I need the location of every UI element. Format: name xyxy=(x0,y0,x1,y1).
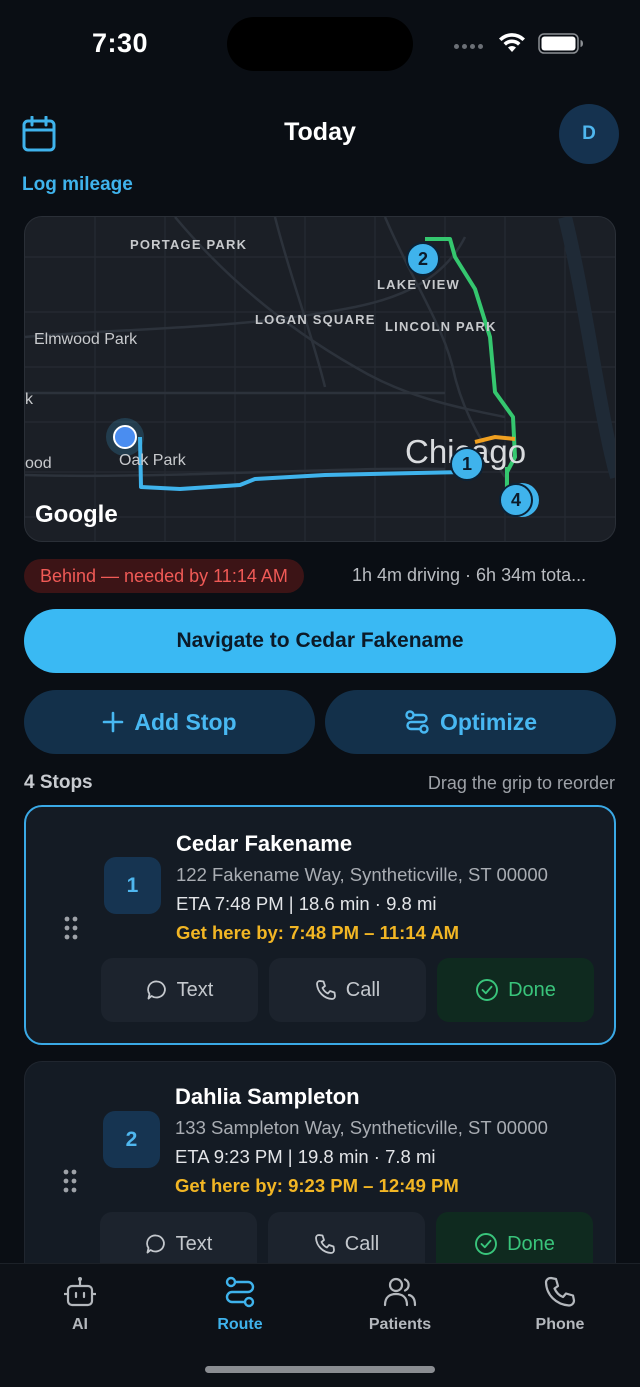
cellular-signal-icon xyxy=(454,44,483,49)
done-button-label: Done xyxy=(507,1232,555,1255)
top-header: Today D xyxy=(0,100,640,170)
plus-icon xyxy=(103,711,124,733)
optimize-button[interactable]: Optimize xyxy=(325,690,616,754)
add-stop-button[interactable]: Add Stop xyxy=(24,690,315,754)
stop-time-window: Get here by: 9:23 PM – 12:49 PM xyxy=(175,1175,459,1196)
log-mileage-link[interactable]: Log mileage xyxy=(22,174,133,196)
message-icon xyxy=(146,980,166,1000)
stop-number-badge: 2 xyxy=(103,1111,160,1168)
home-indicator xyxy=(205,1366,435,1373)
tab-patients[interactable]: Patients xyxy=(340,1276,460,1334)
check-circle-icon xyxy=(475,1233,498,1255)
drive-summary: 1h 4m driving · 6h 34m tota... xyxy=(352,565,587,585)
done-button[interactable]: Done xyxy=(436,1212,593,1263)
call-button[interactable]: Call xyxy=(269,958,426,1022)
map-pin-2[interactable]: 2 xyxy=(406,242,440,276)
dynamic-island xyxy=(227,17,413,71)
tab-ai-label: AI xyxy=(72,1316,88,1333)
stop-card[interactable]: 2 Dahlia Sampleton 133 Sampleton Way, Sy… xyxy=(24,1061,616,1263)
tab-ai[interactable]: AI xyxy=(20,1276,140,1334)
avatar[interactable]: D xyxy=(559,104,619,164)
stop-time-window: Get here by: 7:48 PM – 11:14 AM xyxy=(176,922,460,943)
text-button-label: Text xyxy=(175,1232,213,1255)
phone-icon xyxy=(314,1234,335,1254)
behind-status-badge: Behind — needed by 11:14 AM xyxy=(24,559,304,593)
text-button[interactable]: Text xyxy=(100,1212,257,1263)
map-label-portage-park: PORTAGE PARK xyxy=(130,237,248,252)
done-button-label: Done xyxy=(508,978,556,1001)
users-icon xyxy=(383,1277,417,1307)
map-label-oak-park: Oak Park xyxy=(119,452,186,469)
stop-address: 122 Fakename Way, Syntheticville, ST 000… xyxy=(176,864,548,885)
navigate-button[interactable]: Navigate to Cedar Fakename xyxy=(24,609,616,673)
phone-icon xyxy=(544,1276,576,1307)
tab-patients-label: Patients xyxy=(368,1316,432,1333)
tab-phone[interactable]: Phone xyxy=(500,1276,620,1334)
tab-phone-label: Phone xyxy=(535,1316,585,1333)
check-circle-icon xyxy=(476,979,499,1001)
robot-icon xyxy=(64,1277,96,1307)
google-attribution: Google xyxy=(35,501,118,528)
map-label-lake-view: LAKE VIEW xyxy=(377,277,461,292)
map-label-edge-k: k xyxy=(25,391,33,408)
phone-icon xyxy=(315,980,336,1000)
route-optimize-icon xyxy=(405,710,429,734)
text-button-label: Text xyxy=(176,978,214,1001)
drag-grip-icon[interactable] xyxy=(63,1169,77,1193)
page-title: Today xyxy=(284,118,356,146)
route-map[interactable]: PORTAGE PARK LAKE VIEW LOGAN SQUARE LINC… xyxy=(24,216,616,542)
stop-name: Dahlia Sampleton xyxy=(175,1084,360,1109)
stop-card[interactable]: 1 Cedar Fakename 122 Fakename Way, Synth… xyxy=(24,805,616,1045)
stop-list[interactable]: 1 Cedar Fakename 122 Fakename Way, Synth… xyxy=(0,800,640,1263)
route-icon xyxy=(225,1276,255,1308)
drag-hint: Drag the grip to reorder xyxy=(427,773,615,793)
optimize-label: Optimize xyxy=(439,708,538,735)
message-icon xyxy=(145,1234,165,1254)
stop-eta: ETA 9:23 PM | 19.8 min · 7.8 mi xyxy=(175,1146,436,1167)
stops-count: 4 Stops xyxy=(24,772,93,793)
map-pin-1[interactable]: 1 xyxy=(450,447,484,481)
wifi-icon xyxy=(499,33,525,52)
map-label-edge-ood: ood xyxy=(25,455,52,472)
map-label-elmwood-park: Elmwood Park xyxy=(34,331,138,348)
done-button[interactable]: Done xyxy=(437,958,594,1022)
tab-route[interactable]: Route xyxy=(180,1276,300,1334)
stop-name: Cedar Fakename xyxy=(176,831,353,856)
call-button-label: Call xyxy=(344,1232,380,1255)
tab-route-label: Route xyxy=(217,1316,263,1333)
status-time: 7:30 xyxy=(92,28,149,58)
battery-icon xyxy=(538,33,583,54)
call-button[interactable]: Call xyxy=(268,1212,425,1263)
stop-eta: ETA 7:48 PM | 18.6 min · 9.8 mi xyxy=(176,893,437,914)
drag-grip-icon[interactable] xyxy=(64,916,78,940)
text-button[interactable]: Text xyxy=(101,958,258,1022)
add-stop-label: Add Stop xyxy=(134,708,237,735)
stop-number-badge: 1 xyxy=(104,857,161,914)
map-label-lincoln-park: LINCOLN PARK xyxy=(385,319,497,334)
map-label-logan-square: LOGAN SQUARE xyxy=(255,312,376,327)
call-button-label: Call xyxy=(345,978,381,1001)
status-bar: 7:30 xyxy=(0,0,640,90)
map-pin-4[interactable]: 4 xyxy=(499,483,533,517)
stop-address: 133 Sampleton Way, Syntheticville, ST 00… xyxy=(175,1117,548,1138)
